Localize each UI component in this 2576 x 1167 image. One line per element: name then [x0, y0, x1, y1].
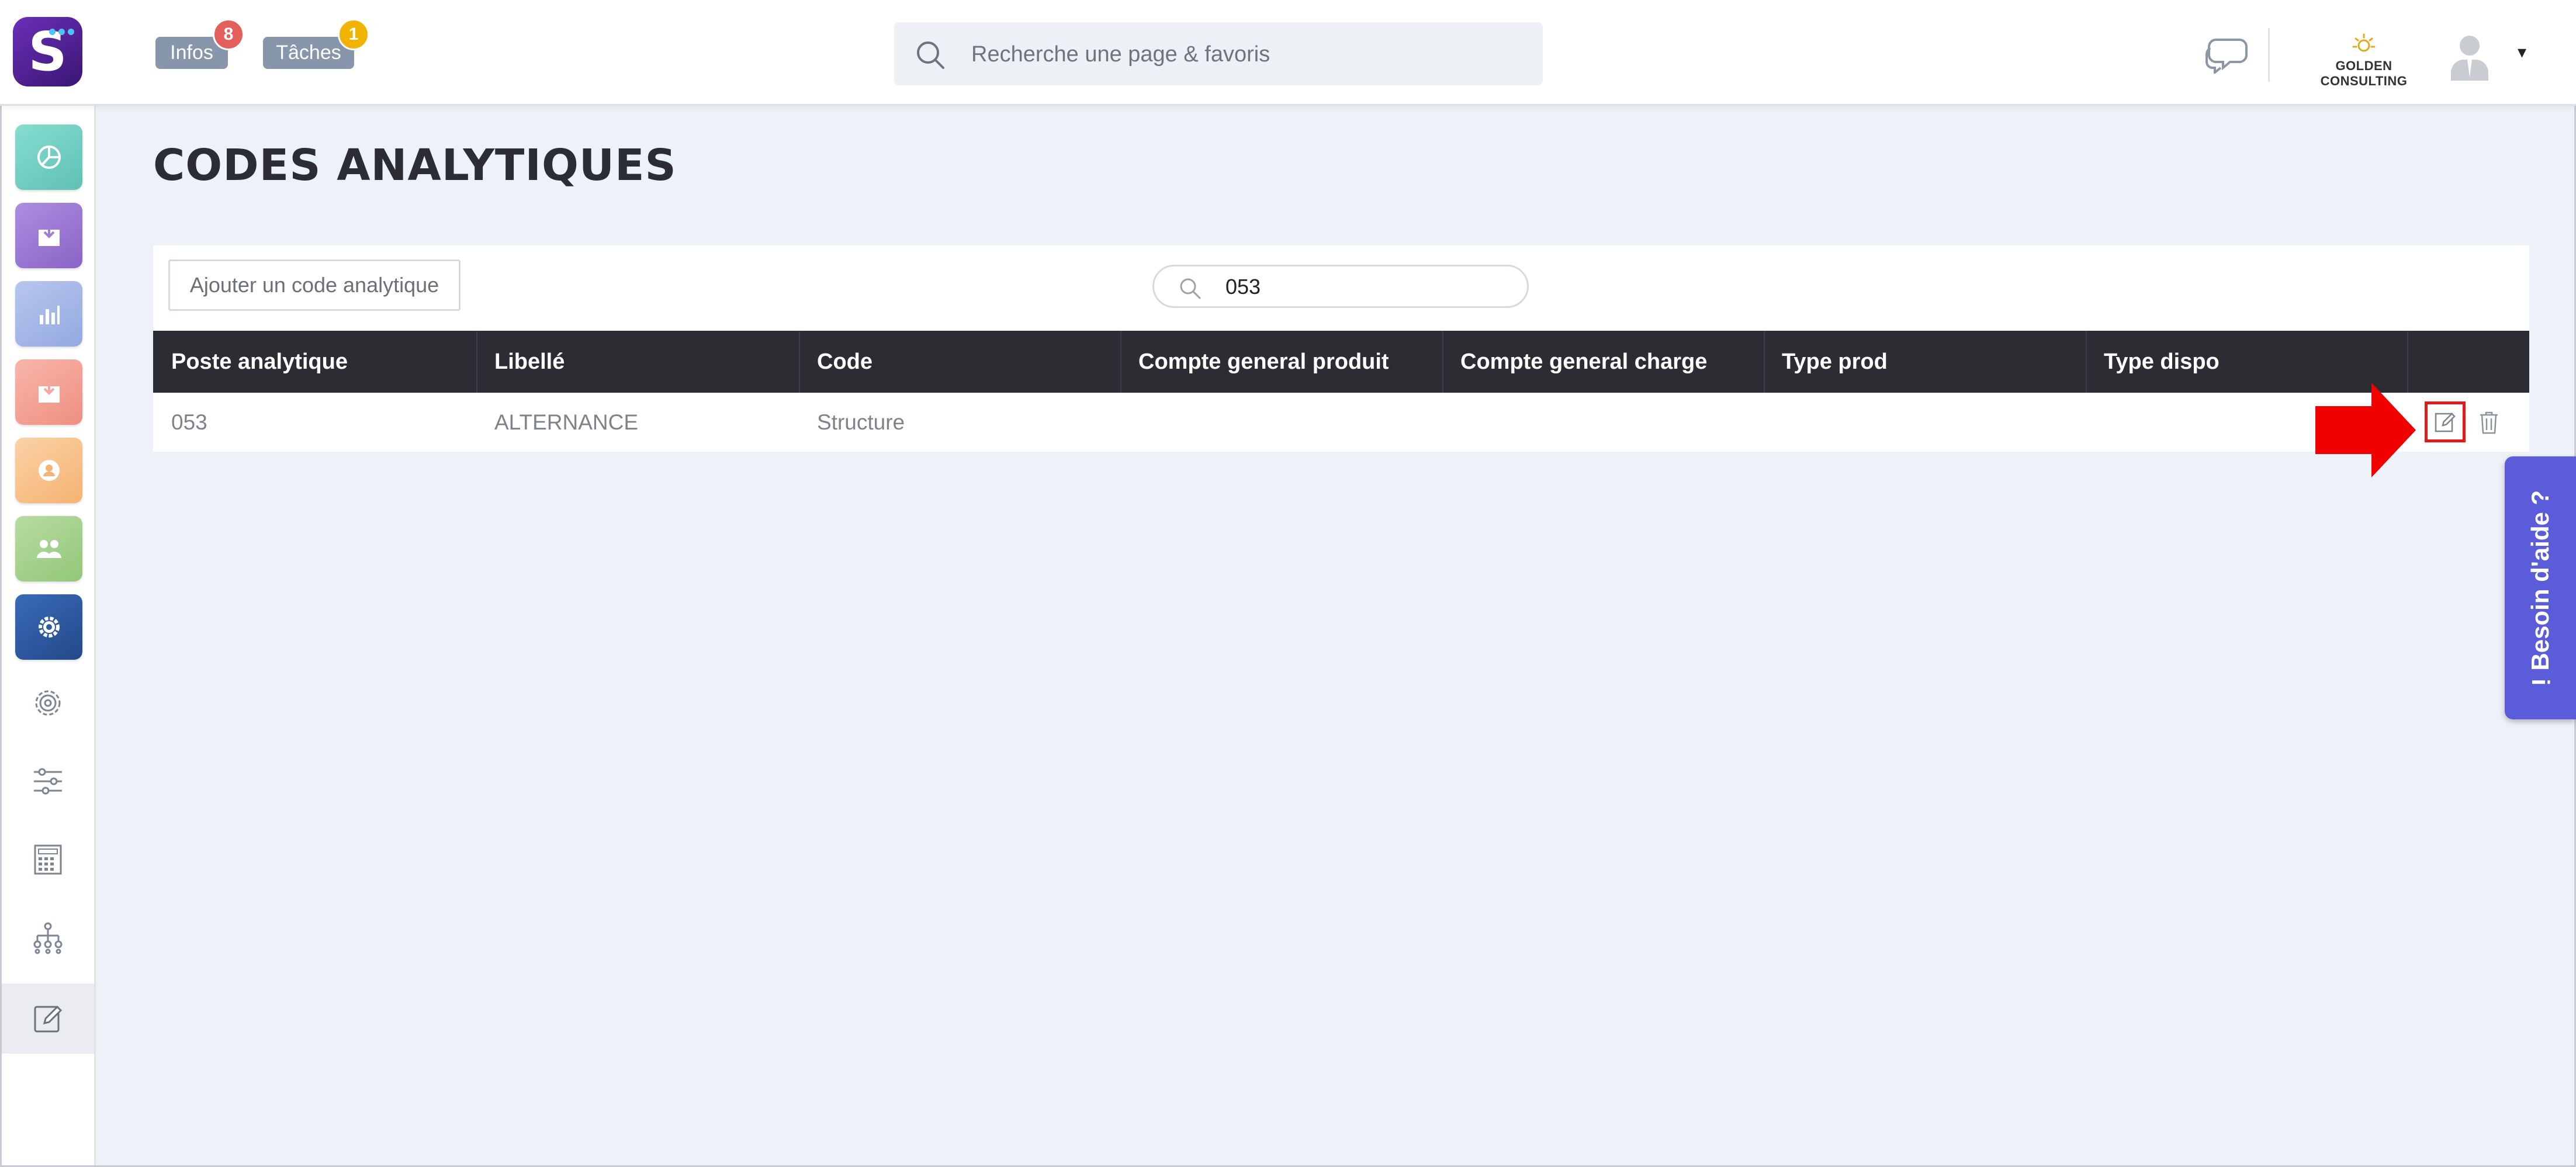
cell-libelle: ALTERNANCE [494, 410, 639, 434]
column-divider [2086, 331, 2087, 393]
column-header-code[interactable]: Code [817, 331, 872, 393]
company-name: GOLDEN CONSULTING [2320, 58, 2408, 88]
sidebar-item-codes-analytiques[interactable] [2, 984, 94, 1054]
column-divider [1764, 331, 1765, 393]
edit-row-button[interactable] [2425, 401, 2466, 442]
sidebar-item-imports[interactable] [15, 359, 82, 425]
table-filter [1152, 265, 1529, 308]
infos-count-badge: 8 [213, 19, 244, 50]
sidebar-item-settings[interactable] [15, 594, 82, 660]
top-bar: S Infos 8 Tâches 1 GOLDEN CONSULTING ▾ [0, 0, 2576, 106]
logo-letter-icon: S [28, 20, 67, 83]
user-menu-caret[interactable]: ▾ [2518, 42, 2526, 63]
trash-icon [2480, 411, 2498, 434]
taches-count-badge: 1 [338, 19, 369, 50]
help-tab[interactable]: i Besoin d'aide ? [2505, 456, 2576, 719]
annotation-arrow-icon [2315, 383, 2416, 477]
sidebar-item-dashboard[interactable] [15, 124, 82, 190]
table-header: Poste analytique Libellé Code Compte gen… [153, 331, 2529, 393]
help-label: i Besoin d'aide ? [2526, 490, 2554, 685]
column-divider [1442, 331, 1443, 393]
column-header-type-dispo[interactable]: Type dispo [2104, 331, 2220, 393]
gear-outline-icon [35, 690, 61, 716]
download-box-icon [38, 382, 60, 403]
delete-row-button[interactable] [2474, 406, 2504, 439]
users-icon [36, 540, 61, 558]
logo-dots-icon [49, 29, 74, 35]
company-block[interactable]: GOLDEN CONSULTING [2297, 33, 2431, 89]
sidebar-item-profile[interactable] [15, 438, 82, 503]
sidebar-item-parametres[interactable] [2, 670, 94, 736]
column-header-libelle[interactable]: Libellé [494, 331, 565, 393]
column-divider [476, 331, 477, 393]
sidebar-item-calculator[interactable] [2, 827, 94, 892]
cell-poste: 053 [171, 410, 207, 434]
bar-chart-icon [39, 306, 60, 324]
header-divider [2268, 28, 2270, 82]
filter-input[interactable] [1224, 271, 1507, 303]
info-icon: i [2527, 678, 2554, 686]
app-logo[interactable]: S [13, 17, 82, 86]
pie-chart-icon [37, 146, 61, 169]
infos-label: Infos [170, 41, 213, 64]
edit-icon [34, 1005, 63, 1033]
settings-icon [38, 617, 60, 638]
add-analytic-code-button[interactable]: Ajouter un code analytique [168, 259, 461, 311]
help-label-text: Besoin d'aide ? [2526, 490, 2554, 671]
column-header-compte-produit[interactable]: Compte general produit [1138, 331, 1389, 393]
avatar[interactable] [2446, 32, 2493, 81]
column-divider [799, 331, 800, 393]
column-header-compte-charge[interactable]: Compte general charge [1460, 331, 1707, 393]
org-chart-icon [33, 922, 63, 954]
sidebar [2, 106, 96, 1165]
sidebar-item-team[interactable] [15, 516, 82, 581]
sidebar-item-stats[interactable] [15, 281, 82, 347]
calculator-icon [34, 844, 62, 875]
global-search [894, 22, 1543, 85]
user-icon [38, 460, 60, 481]
sliders-icon [34, 768, 62, 795]
global-search-input[interactable] [970, 36, 1522, 72]
search-icon [917, 41, 944, 69]
cell-code: Structure [817, 410, 905, 434]
page-title: CODES ANALYTIQUES [153, 140, 677, 191]
chat-icon[interactable] [2204, 35, 2249, 74]
analytic-codes-panel: Ajouter un code analytique Poste analyti… [153, 245, 2529, 452]
search-icon [1180, 278, 1201, 299]
sidebar-item-organization[interactable] [2, 905, 94, 971]
column-divider [1120, 331, 1121, 393]
taches-label: Tâches [276, 41, 341, 64]
download-box-icon [38, 225, 60, 246]
sidebar-item-filters[interactable] [2, 749, 94, 814]
company-logo-icon [2352, 33, 2376, 52]
column-header-poste[interactable]: Poste analytique [171, 331, 348, 393]
column-header-type-prod[interactable]: Type prod [1782, 331, 1888, 393]
edit-icon [2435, 413, 2456, 432]
sidebar-item-downloads[interactable] [15, 203, 82, 268]
table-row[interactable]: 053 ALTERNANCE Structure [153, 393, 2529, 452]
